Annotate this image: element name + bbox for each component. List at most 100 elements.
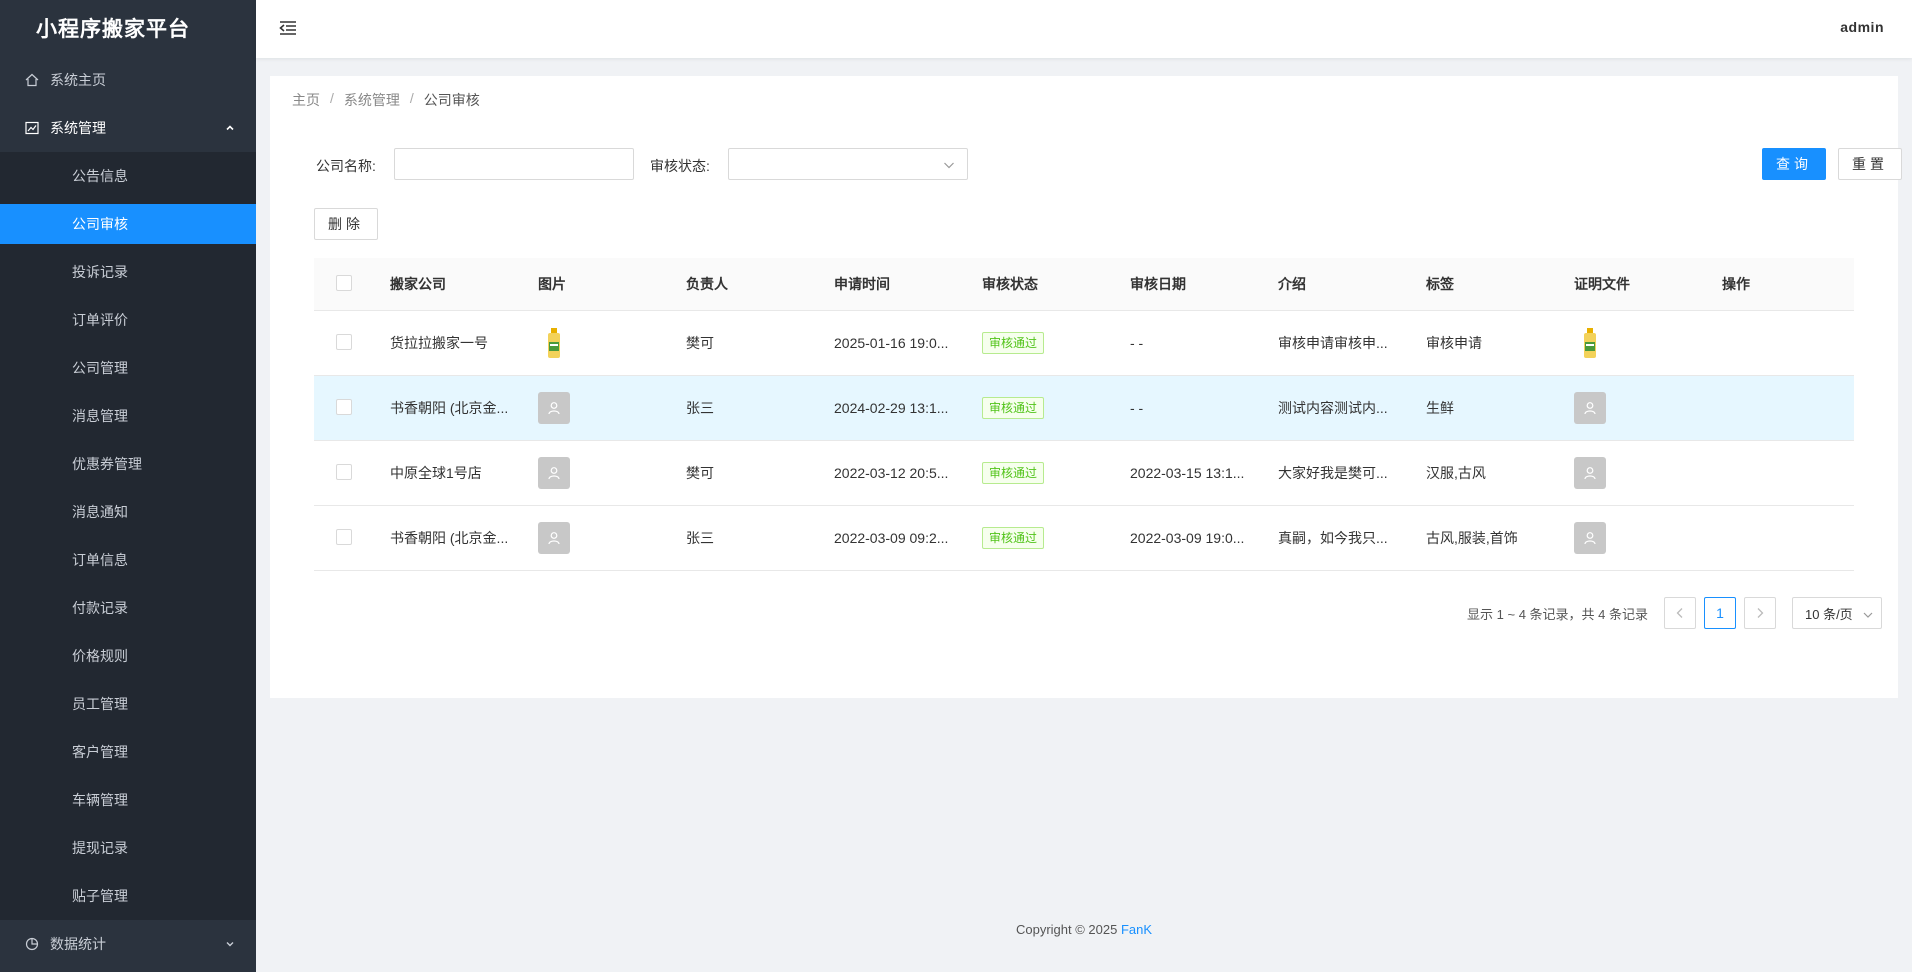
sidebar-item-vehicles[interactable]: 车辆管理 bbox=[0, 776, 256, 824]
chevron-left-icon bbox=[1676, 608, 1683, 618]
tags-cell: 生鲜 bbox=[1426, 400, 1454, 416]
chevron-down-icon bbox=[943, 158, 955, 170]
pagination: 显示 1 ~ 4 条记录，共 4 条记录 1 10 条/页 bbox=[1467, 596, 1882, 630]
copyright-text: Copyright © 2025 bbox=[1015, 922, 1118, 937]
app-title: 小程序搬家平台 bbox=[36, 18, 190, 41]
review-date-cell: - - bbox=[1130, 400, 1144, 416]
select-all-checkbox[interactable] bbox=[336, 274, 352, 291]
sidebar-item-message-management[interactable]: 消息管理 bbox=[0, 392, 256, 440]
sidebar-item-notifications[interactable]: 消息通知 bbox=[0, 488, 256, 536]
status-label: 审核状态: bbox=[650, 158, 710, 174]
row-checkbox[interactable] bbox=[336, 463, 352, 480]
content-card: 主页 / 系统管理 / 公司审核 公司名称: 审核状态: 查询 重置 删除 搬家… bbox=[270, 76, 1902, 698]
company-name-label: 公司名称: bbox=[316, 158, 376, 174]
status-badge: 审核通过 bbox=[982, 462, 1045, 484]
manager-cell: 张三 bbox=[686, 400, 714, 416]
brand-link[interactable]: FanK bbox=[1121, 922, 1152, 937]
page-number-button[interactable]: 1 bbox=[1704, 597, 1736, 629]
tags-cell: 汉服,古风 bbox=[1426, 465, 1486, 481]
sidebar-item-company-review[interactable]: 公司审核 bbox=[0, 204, 256, 244]
sidebar-item-payments[interactable]: 付款记录 bbox=[0, 584, 256, 632]
table-row[interactable]: 书香朝阳 (北京金... 张三 2024-02-29 13:1... 审核通过 … bbox=[314, 376, 1854, 441]
sidebar-item-posts[interactable]: 贴子管理 bbox=[0, 872, 256, 920]
sidebar-item-withdrawals[interactable]: 提现记录 bbox=[0, 824, 256, 872]
table-row[interactable]: 货拉拉搬家一号 樊可 2025-01-16 19:0... 审核通过 - - 审… bbox=[314, 311, 1854, 376]
intro-cell: 审核申请审核申... bbox=[1278, 335, 1388, 351]
company-cell: 书香朝阳 (北京金... bbox=[390, 530, 509, 546]
row-checkbox[interactable] bbox=[336, 398, 352, 415]
user-placeholder-icon[interactable] bbox=[1574, 392, 1606, 424]
footer: Copyright © 2025 FanK bbox=[256, 922, 1912, 937]
table-row[interactable]: 书香朝阳 (北京金... 张三 2022-03-09 09:2... 审核通过 … bbox=[314, 506, 1854, 571]
sidebar-item-complaints[interactable]: 投诉记录 bbox=[0, 248, 256, 296]
prev-page-button[interactable] bbox=[1664, 597, 1696, 629]
sidebar-item-label: 系统主页 bbox=[50, 72, 106, 88]
sidebar-item-customers[interactable]: 客户管理 bbox=[0, 728, 256, 776]
user-placeholder-icon[interactable] bbox=[538, 457, 570, 489]
sidebar-item-coupons[interactable]: 优惠券管理 bbox=[0, 440, 256, 488]
column-header: 标签 bbox=[1426, 276, 1454, 292]
intro-cell: 测试内容测试内... bbox=[1278, 400, 1388, 416]
user-placeholder-icon[interactable] bbox=[538, 392, 570, 424]
status-badge: 审核通过 bbox=[982, 332, 1045, 354]
menu-fold-icon[interactable] bbox=[278, 18, 298, 38]
apply-time-cell: 2022-03-12 20:5... bbox=[834, 465, 949, 481]
pagination-summary: 显示 1 ~ 4 条记录，共 4 条记录 bbox=[1467, 606, 1648, 622]
column-header: 负责人 bbox=[686, 276, 728, 292]
manager-cell: 樊可 bbox=[686, 335, 714, 351]
sidebar-item-orders[interactable]: 订单信息 bbox=[0, 536, 256, 584]
breadcrumb-separator: / bbox=[409, 90, 414, 106]
column-header: 操作 bbox=[1722, 276, 1750, 292]
sidebar-item-home[interactable]: 系统主页 bbox=[0, 56, 256, 104]
manager-cell: 樊可 bbox=[686, 465, 714, 481]
sidebar-item-label: 数据统计 bbox=[50, 936, 106, 952]
breadcrumb-current: 公司审核 bbox=[423, 92, 480, 108]
review-date-cell: 2022-03-15 13:1... bbox=[1130, 465, 1245, 481]
sidebar-item-label: 系统管理 bbox=[50, 120, 106, 136]
row-checkbox[interactable] bbox=[336, 333, 352, 350]
query-button[interactable]: 查询 bbox=[1762, 148, 1826, 180]
next-page-button[interactable] bbox=[1744, 597, 1776, 629]
page-size-select[interactable]: 10 条/页 bbox=[1792, 597, 1882, 629]
sidebar-item-pricing-rules[interactable]: 价格规则 bbox=[0, 632, 256, 680]
company-cell: 书香朝阳 (北京金... bbox=[390, 400, 509, 416]
sidebar-item-order-reviews[interactable]: 订单评价 bbox=[0, 296, 256, 344]
delete-button[interactable]: 删除 bbox=[314, 208, 378, 240]
status-select[interactable] bbox=[728, 148, 968, 180]
chart-line-icon bbox=[24, 120, 40, 136]
apply-time-cell: 2024-02-29 13:1... bbox=[834, 400, 949, 416]
top-header: admin bbox=[256, 0, 1912, 58]
row-checkbox[interactable] bbox=[336, 528, 352, 545]
home-icon bbox=[24, 72, 40, 88]
column-header: 申请时间 bbox=[834, 276, 890, 292]
sidebar-item-system[interactable]: 系统管理 bbox=[0, 104, 256, 152]
user-placeholder-icon[interactable] bbox=[1574, 457, 1606, 489]
user-name[interactable]: admin bbox=[1840, 19, 1884, 35]
column-header: 图片 bbox=[538, 276, 566, 292]
user-placeholder-icon[interactable] bbox=[538, 522, 570, 554]
tags-cell: 古风,服装,首饰 bbox=[1426, 530, 1518, 546]
table-row[interactable]: 中原全球1号店 樊可 2022-03-12 20:5... 审核通过 2022-… bbox=[314, 441, 1854, 506]
breadcrumb-home[interactable]: 主页 bbox=[292, 90, 320, 110]
sidebar-item-company-management[interactable]: 公司管理 bbox=[0, 344, 256, 392]
table-header-row: 搬家公司 图片 负责人 申请时间 审核状态 审核日期 介绍 标签 证明文件 操作 bbox=[314, 258, 1854, 311]
system-submenu: 公告信息 公司审核 投诉记录 订单评价 公司管理 消息管理 优惠券管理 消息通知… bbox=[0, 152, 256, 920]
sidebar-item-stats[interactable]: 数据统计 bbox=[0, 920, 256, 968]
column-header: 搬家公司 bbox=[390, 276, 446, 292]
status-badge: 审核通过 bbox=[982, 397, 1045, 419]
intro-cell: 大家好我是樊可... bbox=[1278, 465, 1388, 481]
sidebar-item-notice[interactable]: 公告信息 bbox=[0, 152, 256, 200]
user-placeholder-icon[interactable] bbox=[1574, 522, 1606, 554]
sidebar-item-employees[interactable]: 员工管理 bbox=[0, 680, 256, 728]
column-header: 审核状态 bbox=[982, 276, 1038, 292]
company-cell: 货拉拉搬家一号 bbox=[390, 335, 488, 351]
chevron-down-icon bbox=[224, 938, 236, 950]
reset-button[interactable]: 重置 bbox=[1838, 148, 1902, 180]
company-name-input[interactable] bbox=[394, 148, 634, 180]
breadcrumb-system[interactable]: 系统管理 bbox=[344, 90, 400, 110]
review-date-cell: 2022-03-09 19:0... bbox=[1130, 530, 1245, 546]
bottle-image[interactable] bbox=[1574, 325, 1606, 361]
bottle-image[interactable] bbox=[538, 325, 570, 361]
company-review-table: 搬家公司 图片 负责人 申请时间 审核状态 审核日期 介绍 标签 证明文件 操作… bbox=[314, 258, 1854, 571]
chevron-up-icon bbox=[224, 122, 236, 134]
